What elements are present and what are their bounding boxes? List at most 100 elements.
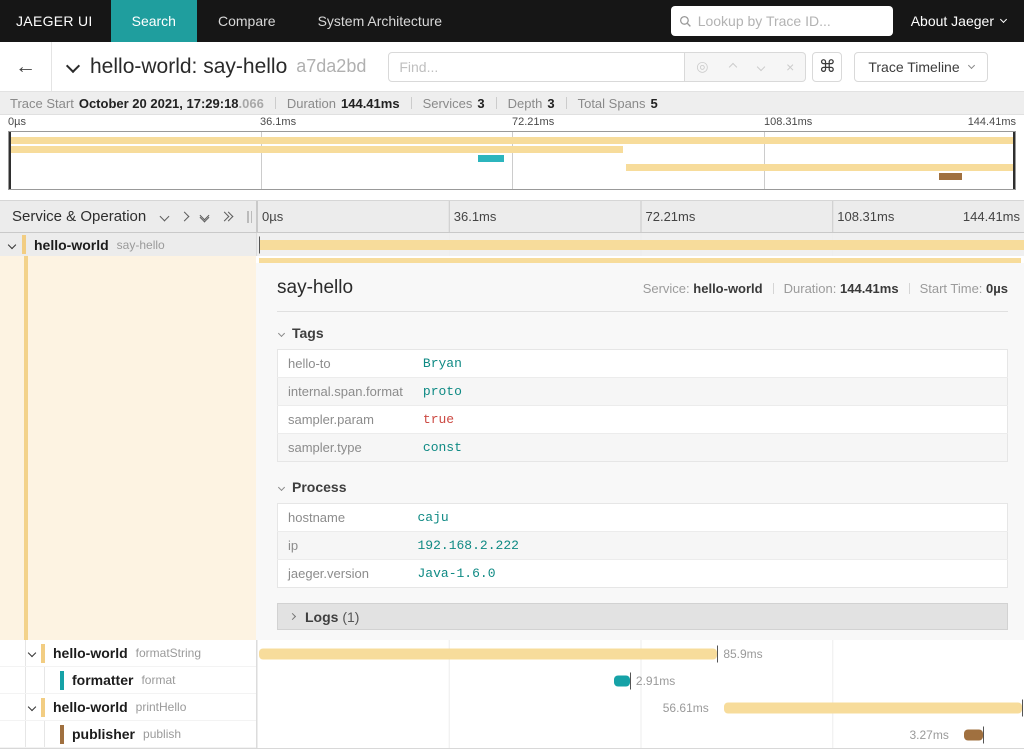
- minimap-span-bar: [938, 173, 962, 180]
- span-bar-tick: [629, 672, 631, 689]
- expand-all-icon[interactable]: [219, 211, 234, 222]
- span-row-formatstring[interactable]: hello-world formatString 85.9ms: [0, 640, 1024, 667]
- detail-span-title: say-hello: [277, 277, 354, 298]
- nav-tab-system-architecture[interactable]: System Architecture: [297, 0, 464, 42]
- trace-minimap[interactable]: [8, 131, 1016, 190]
- logs-section-toggle[interactable]: Logs (1): [277, 603, 1008, 630]
- column-resize-grip[interactable]: [247, 211, 252, 223]
- focus-match-icon[interactable]: ◎: [696, 58, 708, 75]
- process-section-toggle[interactable]: Process: [277, 479, 1008, 495]
- span-bar[interactable]: [614, 675, 630, 686]
- collapse-children-icon[interactable]: [27, 702, 37, 712]
- next-match-icon[interactable]: [757, 62, 766, 71]
- tags-table: hello-to Bryan internal.span.format prot…: [277, 349, 1008, 462]
- service-color-strip: [60, 670, 64, 690]
- tag-row: internal.span.format proto: [277, 377, 1008, 406]
- span-bar-tick: [717, 645, 719, 662]
- find-input[interactable]: [388, 51, 686, 82]
- summary-services: Services 3: [400, 96, 485, 111]
- summary-depth: Depth 3: [485, 96, 555, 111]
- find-group: ◎ ×: [388, 51, 807, 82]
- service-color-strip: [22, 235, 26, 254]
- indent-guide: [44, 721, 45, 747]
- span-table-header: Service & Operation 0µs 36.1ms 72.21ms 1…: [0, 200, 1024, 233]
- indent-guide: [25, 721, 26, 747]
- span-duration-label: 3.27ms: [909, 727, 949, 742]
- trace-lookup-input[interactable]: [697, 13, 885, 29]
- span-row-printhello[interactable]: hello-world printHello 56.61ms: [0, 694, 1024, 721]
- tag-row: sampler.param true: [277, 405, 1008, 434]
- collapse-one-icon[interactable]: [159, 211, 170, 222]
- indent-guide: [25, 667, 26, 693]
- detail-span-meta: Service: hello-world Duration: 144.41ms …: [642, 281, 1008, 296]
- operation-name: formatString: [135, 646, 202, 660]
- tag-row: hello-to Bryan: [288, 356, 462, 371]
- jaeger-trace-page: JAEGER UI Search Compare System Architec…: [0, 0, 1024, 756]
- span-row-say-hello[interactable]: hello-world say-hello: [0, 233, 1024, 256]
- process-row: hostname caju: [288, 510, 449, 525]
- summary-duration: Duration 144.41ms: [264, 96, 400, 111]
- find-toolbar: ◎ ×: [685, 51, 807, 82]
- tag-row: sampler.type const: [277, 433, 1008, 462]
- span-bar[interactable]: [259, 648, 718, 659]
- nav-tab-compare[interactable]: Compare: [197, 0, 297, 42]
- back-button[interactable]: ←: [0, 42, 52, 91]
- span-bar[interactable]: [964, 729, 983, 740]
- trace-header: ← hello-world: say-hello a7da2bd ◎ × ⌘ T…: [0, 42, 1024, 92]
- back-arrow-icon: ←: [15, 54, 36, 78]
- search-icon: [679, 15, 691, 27]
- minimap-left-handle[interactable]: [9, 132, 11, 189]
- detail-left-column: [0, 256, 256, 640]
- span-row-formatter[interactable]: formatter format 2.91ms: [0, 667, 1024, 694]
- trace-view-selector[interactable]: Trace Timeline: [854, 51, 988, 82]
- operation-name: say-hello: [116, 237, 165, 252]
- service-name: formatter: [72, 672, 134, 688]
- span-bar[interactable]: [724, 702, 1022, 713]
- previous-match-icon[interactable]: [729, 62, 738, 71]
- expand-one-icon[interactable]: [179, 211, 190, 222]
- operation-name: printHello: [135, 700, 187, 714]
- minimap-axis-labels: 0µs 36.1ms 72.21ms 108.31ms 144.41ms: [8, 116, 1016, 128]
- span-duration-label: 85.9ms: [723, 646, 763, 661]
- list-bottom-edge: [0, 748, 1024, 756]
- service-name: hello-world: [53, 645, 128, 661]
- process-table: hostname caju ip 192.168.2.222 jaeger.ve…: [277, 503, 1008, 588]
- trace-title: hello-world: say-hello: [90, 54, 288, 78]
- top-nav: JAEGER UI Search Compare System Architec…: [0, 0, 1024, 42]
- collapse-children-icon[interactable]: [27, 648, 37, 658]
- service-color-strip: [41, 643, 45, 663]
- service-name: publisher: [72, 726, 136, 742]
- chevron-down-icon: [967, 61, 975, 70]
- tags-section-toggle[interactable]: Tags: [277, 325, 1008, 341]
- summary-trace-start: Trace Start October 20 2021, 17:29:18 .0…: [10, 95, 264, 111]
- nav-tab-search[interactable]: Search: [110, 0, 197, 42]
- collapse-all-icon[interactable]: [199, 210, 210, 223]
- indent-guide: [25, 640, 26, 666]
- keyboard-shortcuts-button[interactable]: ⌘: [812, 51, 843, 82]
- divider: [277, 311, 1008, 312]
- minimap-span-bar: [477, 155, 504, 162]
- process-row: jaeger.version Java-1.6.0: [277, 559, 1008, 588]
- span-detail-row: say-hello Service: hello-world Duration:…: [0, 256, 1024, 640]
- minimap-right-handle[interactable]: [1013, 132, 1015, 189]
- span-bar[interactable]: [259, 239, 1024, 250]
- span-bar-tick: [1021, 699, 1023, 716]
- trace-id-short: a7da2bd: [296, 56, 367, 76]
- chevron-right-icon: [288, 612, 297, 621]
- collapse-children-icon[interactable]: [7, 240, 17, 249]
- service-name: hello-world: [53, 699, 128, 715]
- collapse-trace-header-button[interactable]: [65, 58, 81, 76]
- about-jaeger-menu[interactable]: About Jaeger: [911, 13, 1008, 29]
- summary-total-spans: Total Spans 5: [555, 96, 658, 111]
- clear-find-icon[interactable]: ×: [786, 59, 794, 75]
- span-row-publisher[interactable]: publisher publish 3.27ms: [0, 721, 1024, 748]
- span-detail-panel: say-hello Service: hello-world Duration:…: [256, 263, 1024, 640]
- indent-guide: [44, 667, 45, 693]
- service-color-strip: [41, 697, 45, 717]
- chevron-down-icon: [277, 329, 286, 337]
- service-color-guide: [24, 256, 28, 640]
- trace-lookup-box: [670, 6, 893, 36]
- span-bar-tick: [982, 726, 984, 743]
- command-icon: ⌘: [818, 56, 836, 76]
- trace-summary-bar: Trace Start October 20 2021, 17:29:18 .0…: [0, 92, 1024, 115]
